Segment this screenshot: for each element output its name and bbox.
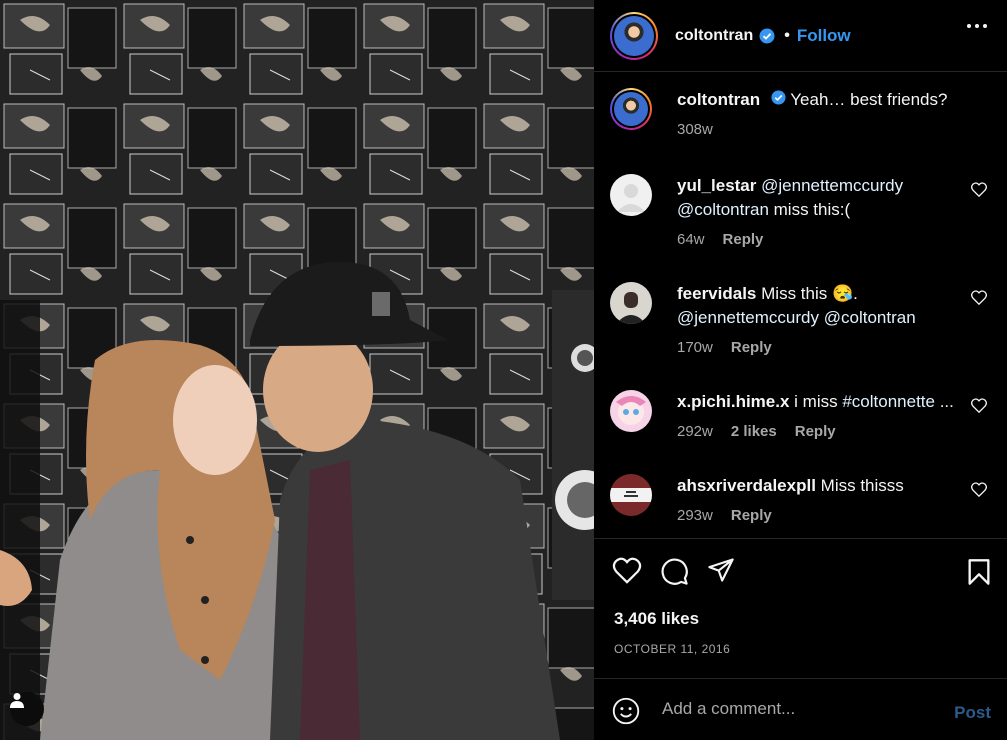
comment-item: ahsxriverdalexpll Miss thisss 293w Reply bbox=[610, 474, 995, 538]
comment-age: 292w bbox=[677, 423, 713, 440]
add-comment-bar: Post bbox=[594, 678, 1007, 740]
commenter-avatar[interactable] bbox=[610, 282, 652, 324]
comment-text: Miss thisss bbox=[820, 476, 904, 495]
comment-text: Miss this 😪. bbox=[761, 284, 858, 303]
comment-username[interactable]: x.pichi.hime.x bbox=[677, 392, 789, 411]
author-username[interactable]: coltontran bbox=[675, 27, 753, 45]
follow-button[interactable]: Follow bbox=[797, 26, 851, 46]
comment-item: x.pichi.hime.x i miss #coltonnette ... 2… bbox=[610, 390, 995, 456]
more-options-icon[interactable] bbox=[967, 24, 987, 28]
reply-button[interactable]: Reply bbox=[723, 228, 764, 252]
comments-list[interactable]: coltontran Yeah… best friends? 308w yul_… bbox=[594, 72, 1007, 538]
post-caption: coltontran Yeah… best friends? 308w bbox=[610, 88, 995, 158]
bookmark-icon[interactable] bbox=[967, 558, 991, 591]
comment-age: 170w bbox=[677, 339, 713, 356]
heart-icon[interactable] bbox=[971, 482, 987, 502]
likes-count[interactable]: 3,406 likes bbox=[614, 609, 699, 629]
author-avatar[interactable] bbox=[610, 11, 658, 60]
caption-text: Yeah… best friends? bbox=[790, 90, 948, 109]
reply-button[interactable]: Reply bbox=[795, 420, 836, 444]
heart-icon[interactable] bbox=[971, 182, 987, 202]
post-button[interactable]: Post bbox=[954, 703, 991, 723]
comment-icon[interactable] bbox=[660, 557, 689, 586]
comment-mention[interactable]: @jennettemccurdy bbox=[761, 176, 903, 195]
comment-age: 64w bbox=[677, 231, 705, 248]
comment-item: yul_lestar @jennettemccurdy @coltontran … bbox=[610, 174, 995, 264]
tagged-users-button[interactable] bbox=[10, 692, 44, 726]
commenter-avatar[interactable] bbox=[610, 174, 652, 216]
commenter-avatar[interactable] bbox=[610, 474, 652, 516]
comment-item: feervidals Miss this 😪. @jennettemccurdy… bbox=[610, 282, 995, 372]
user-tag-icon bbox=[10, 693, 24, 708]
comment-username[interactable]: ahsxriverdalexpll bbox=[677, 476, 816, 495]
comment-username[interactable]: feervidals bbox=[677, 284, 756, 303]
comment-username[interactable]: yul_lestar bbox=[677, 176, 756, 195]
comment-mention[interactable]: @jennettemccurdy bbox=[677, 308, 819, 327]
comment-mention[interactable]: @coltontran bbox=[824, 308, 916, 327]
verified-badge-icon bbox=[771, 90, 786, 105]
post-photo[interactable] bbox=[0, 0, 594, 740]
post-header: coltontran • Follow bbox=[594, 0, 1007, 72]
comment-text: miss this:( bbox=[768, 200, 851, 219]
caption-username[interactable]: coltontran bbox=[677, 90, 760, 109]
caption-age: 308w bbox=[677, 121, 713, 138]
comment-mention[interactable]: @coltontran bbox=[677, 200, 769, 219]
comment-likes[interactable]: 2 likes bbox=[731, 420, 777, 444]
comment-text: i miss bbox=[794, 392, 843, 411]
reply-button[interactable]: Reply bbox=[731, 504, 772, 528]
post-side-panel: coltontran • Follow coltontran Yeah… bes… bbox=[594, 0, 1007, 740]
comment-hashtag[interactable]: #coltonnette ... bbox=[842, 392, 954, 411]
share-icon[interactable] bbox=[707, 557, 735, 586]
heart-icon[interactable] bbox=[971, 398, 987, 418]
post-date: OCTOBER 11, 2016 bbox=[614, 642, 731, 656]
reply-button[interactable]: Reply bbox=[731, 336, 772, 360]
heart-icon[interactable] bbox=[612, 557, 642, 586]
comment-input[interactable] bbox=[662, 699, 922, 719]
post-actions: 3,406 likes OCTOBER 11, 2016 bbox=[594, 538, 1007, 678]
emoji-icon[interactable] bbox=[612, 697, 640, 730]
commenter-avatar[interactable] bbox=[610, 390, 652, 432]
caption-author-avatar[interactable] bbox=[610, 88, 652, 130]
separator-dot: • bbox=[784, 26, 790, 44]
comment-age: 293w bbox=[677, 507, 713, 524]
post-image bbox=[0, 0, 594, 740]
verified-badge-icon bbox=[759, 28, 775, 44]
heart-icon[interactable] bbox=[971, 290, 987, 310]
